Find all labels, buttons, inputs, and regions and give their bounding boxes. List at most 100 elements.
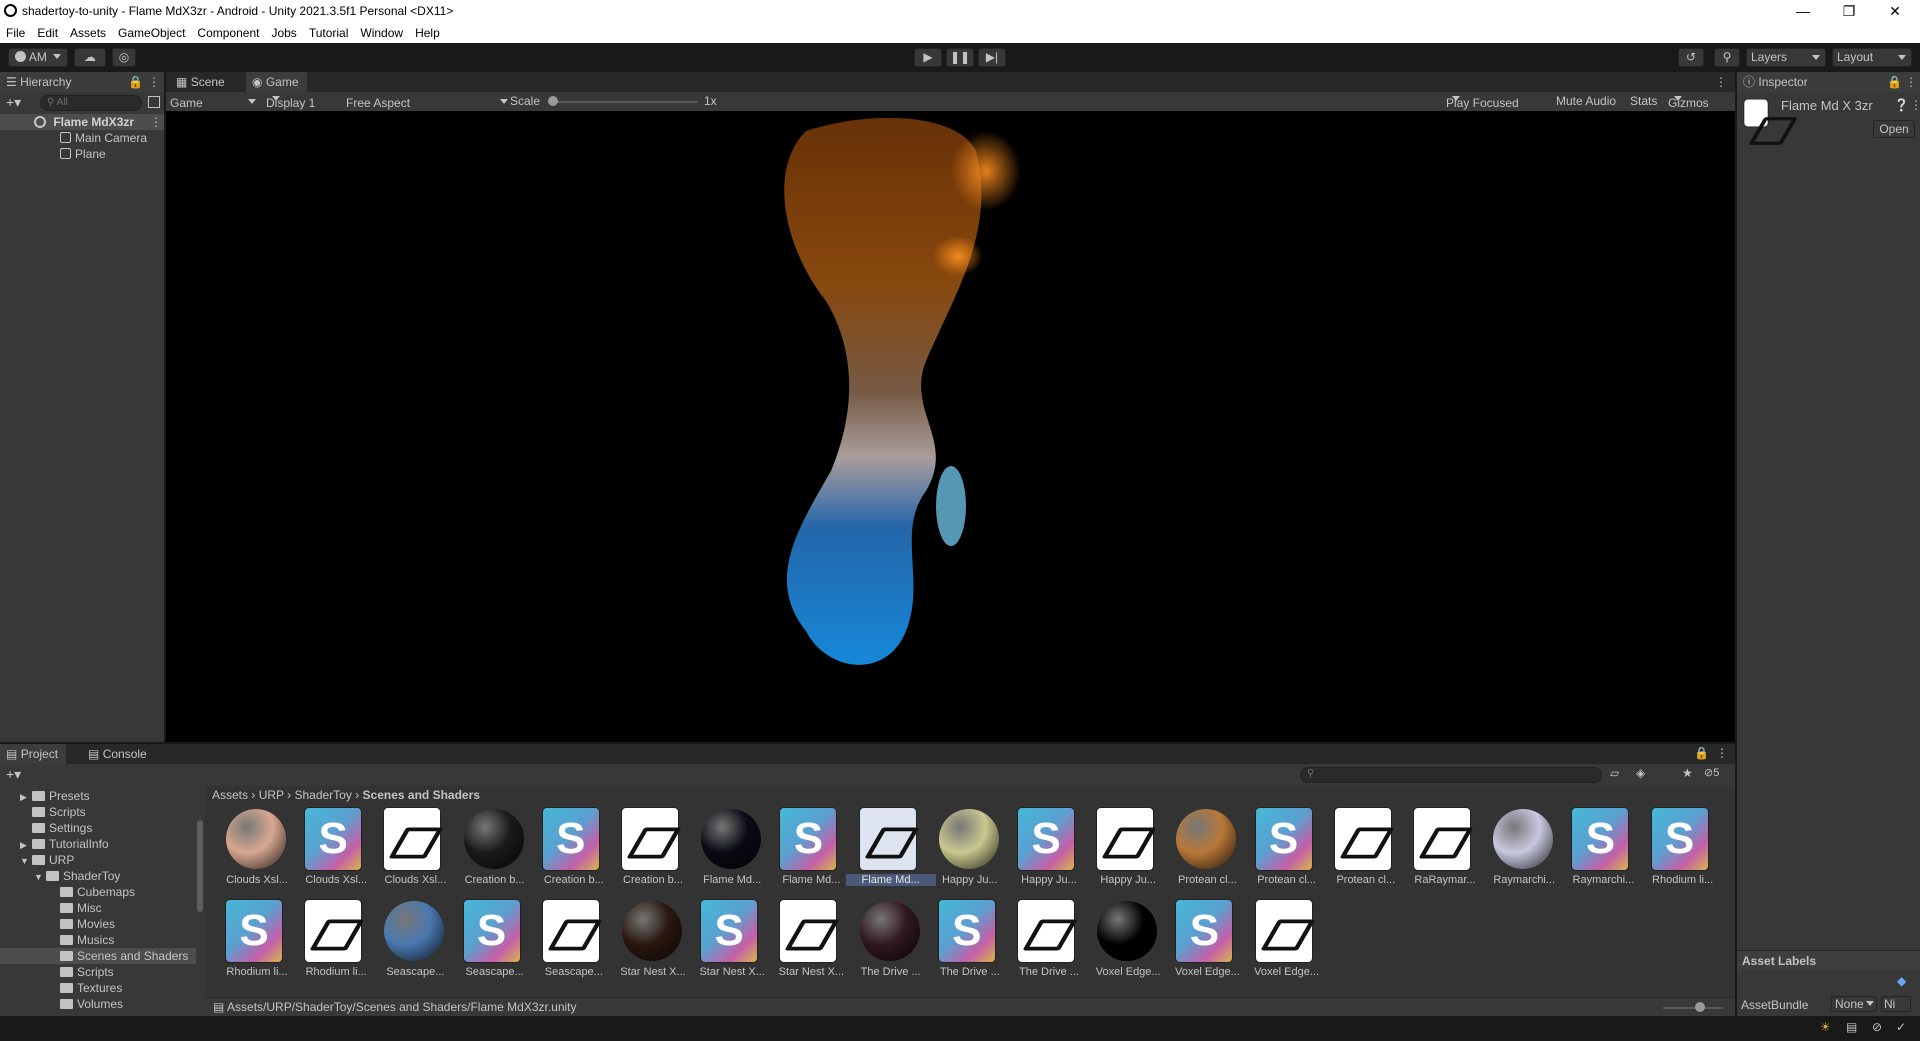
menu-tutorial[interactable]: Tutorial (303, 23, 355, 40)
scene-menu-icon[interactable]: ⋮ (150, 114, 162, 130)
project-tree-item[interactable]: ▶ TutorialInfo (0, 836, 196, 852)
asset-item[interactable]: Star Nest X... (608, 898, 686, 988)
asset-item[interactable]: Happy Ju... (1083, 806, 1161, 896)
hierarchy-search[interactable]: ⚲ All (40, 95, 142, 111)
play-button[interactable]: ▶ (914, 48, 942, 67)
collab-button[interactable]: ◎ (112, 48, 136, 67)
project-tree-item[interactable]: Scripts (0, 964, 196, 980)
close-icon[interactable]: ✕ (1872, 0, 1918, 23)
asset-item[interactable]: The Drive ... (846, 898, 924, 988)
menu-window[interactable]: Window (354, 23, 409, 40)
hierarchy-add-button[interactable]: +▾ (6, 94, 21, 111)
restore-icon[interactable]: ❐ (1826, 0, 1872, 23)
project-tree-item[interactable]: ▶ Presets (0, 788, 196, 804)
asset-item[interactable]: Seascape... (529, 898, 607, 988)
expanded-arrow-icon[interactable]: ▼ (20, 853, 32, 869)
panel-menu-icon[interactable]: ⋮ (148, 72, 160, 92)
project-tree-item[interactable]: Volumes (0, 996, 196, 1012)
thumbnail-size-slider[interactable] (1663, 1007, 1723, 1009)
project-tree-item[interactable]: ▼ URP (0, 852, 196, 868)
layers-dropdown[interactable]: Layers (1746, 48, 1826, 67)
history-button[interactable]: ↺ (1678, 48, 1704, 67)
collapsed-arrow-icon[interactable]: ▶ (20, 789, 32, 805)
search-by-type-icon[interactable]: ▱ (1610, 766, 1619, 780)
asset-item[interactable]: S Creation b... (529, 806, 607, 896)
asset-item[interactable]: Star Nest X... (766, 898, 844, 988)
layout-dropdown[interactable]: Layout (1832, 48, 1912, 67)
project-tree-item[interactable]: Settings (0, 820, 196, 836)
asset-item[interactable]: Seascape... (370, 898, 448, 988)
menu-edit[interactable]: Edit (31, 23, 64, 40)
tab-inspector[interactable]: ⓘ Inspector 🔒 ⋮ (1737, 72, 1920, 92)
project-tree-item[interactable]: Cubemaps (0, 884, 196, 900)
menu-gameobject[interactable]: GameObject (112, 23, 191, 40)
search-by-label-icon[interactable]: ◈ (1636, 766, 1645, 780)
asset-item[interactable]: Happy Ju... (925, 806, 1003, 896)
tab-console[interactable]: ▤ Console (82, 744, 155, 764)
project-search[interactable]: ⚲ (1300, 767, 1602, 783)
cache-icon[interactable]: ▤ (1846, 1020, 1857, 1034)
asset-item[interactable]: Voxel Edge... (1242, 898, 1320, 988)
scale-slider-thumb[interactable] (548, 96, 558, 106)
asset-item[interactable]: Flame Md... (687, 806, 765, 896)
mute-audio-toggle[interactable]: Mute Audio (1556, 94, 1616, 108)
game-viewport[interactable] (166, 111, 1735, 742)
asset-label-tag-icon[interactable]: ◆ (1897, 974, 1906, 988)
asset-item[interactable]: Clouds Xsl... (212, 806, 290, 896)
asset-item[interactable]: Raymarchi... (1479, 806, 1557, 896)
asset-item[interactable]: Clouds Xsl... (370, 806, 448, 896)
network-icon[interactable]: ⊘ (1872, 1020, 1882, 1034)
lock-icon[interactable]: 🔒 (1694, 746, 1709, 760)
tab-game[interactable]: ◉ Game (246, 72, 307, 92)
cloud-button[interactable]: ☁ (74, 48, 106, 67)
breadcrumb-item[interactable]: URP (259, 788, 284, 802)
asset-item[interactable]: S Rhodium li... (1638, 806, 1716, 896)
menu-assets[interactable]: Assets (64, 23, 112, 40)
menu-jobs[interactable]: Jobs (265, 23, 302, 40)
project-tree-item[interactable]: Scripts (0, 804, 196, 820)
stats-toggle[interactable]: Stats (1630, 94, 1657, 108)
step-button[interactable]: ▶| (978, 48, 1006, 67)
account-button[interactable]: AM (8, 48, 68, 67)
panel-menu-icon[interactable]: ⋮ (1905, 72, 1917, 92)
panel-menu-icon[interactable]: ⋮ (1715, 75, 1727, 89)
asset-item[interactable]: S The Drive ... (925, 898, 1003, 988)
hierarchy-scene-row[interactable]: Flame MdX3zr ⋮ (0, 114, 164, 130)
breadcrumb-item-current[interactable]: Scenes and Shaders (363, 788, 480, 802)
hidden-packages-icon[interactable]: ⊘5 (1704, 766, 1719, 779)
collapsed-arrow-icon[interactable]: ▶ (20, 837, 32, 853)
asset-item[interactable]: S Flame Md... (766, 806, 844, 896)
asset-item[interactable]: The Drive ... (1004, 898, 1082, 988)
asset-item[interactable]: Creation b... (608, 806, 686, 896)
breadcrumb-item[interactable]: ShaderToy (294, 788, 351, 802)
panel-menu-icon[interactable]: ⋮ (1716, 746, 1728, 760)
hierarchy-options-icon[interactable] (148, 96, 160, 108)
project-tree-item[interactable]: Movies (0, 916, 196, 932)
search-button[interactable]: ⚲ (1714, 48, 1740, 67)
project-tree-item[interactable]: ▼ ShaderToy (0, 868, 196, 884)
breadcrumb-item[interactable]: Assets (212, 788, 248, 802)
asset-item[interactable]: S Happy Ju... (1004, 806, 1082, 896)
lock-icon[interactable]: 🔒 (1887, 72, 1902, 92)
hierarchy-item[interactable]: Plane (60, 146, 106, 162)
project-tree-item[interactable]: Misc (0, 900, 196, 916)
menu-help[interactable]: Help (409, 23, 446, 40)
expanded-arrow-icon[interactable]: ▼ (34, 869, 46, 885)
open-button[interactable]: Open (1873, 120, 1915, 138)
thumbnail-size-thumb[interactable] (1695, 1002, 1705, 1012)
menu-file[interactable]: File (0, 23, 31, 40)
asset-item[interactable]: S Star Nest X... (687, 898, 765, 988)
lock-icon[interactable]: 🔒 (128, 72, 143, 92)
pause-button[interactable]: ❚❚ (946, 48, 974, 67)
inspector-menu-icon[interactable]: ⋮ (1910, 98, 1920, 112)
project-tree-item[interactable]: Textures (0, 980, 196, 996)
tab-hierarchy[interactable]: ☰ Hierarchy 🔒 ⋮ (0, 72, 164, 92)
asset-item[interactable]: S Clouds Xsl... (291, 806, 369, 896)
lighting-icon[interactable]: ☀ (1820, 1020, 1831, 1034)
asset-item[interactable]: Creation b... (450, 806, 528, 896)
asset-item[interactable]: Protean cl... (1162, 806, 1240, 896)
asset-item[interactable]: RaRaymar... (1400, 806, 1478, 896)
tree-scrollbar[interactable] (197, 820, 203, 912)
minimize-icon[interactable]: — (1780, 0, 1826, 23)
scale-slider[interactable] (548, 101, 698, 103)
